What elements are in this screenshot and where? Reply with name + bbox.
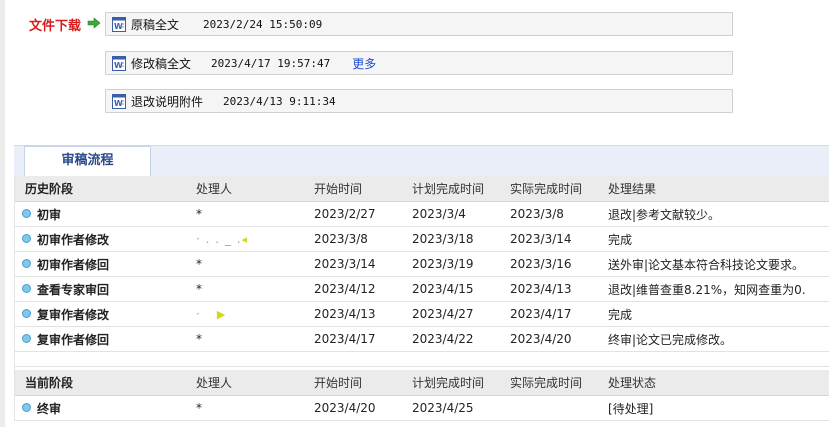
- stage-name: 复审作者修回: [37, 332, 110, 347]
- word-document-icon: W: [112, 16, 126, 32]
- actual-time: 2023/3/8: [510, 201, 608, 227]
- left-edge-bar: [0, 0, 5, 427]
- table-row: 复审作者修回 * 2023/4/17 2023/4/22 2023/4/20 终…: [15, 326, 829, 352]
- review-flow-body: 历史阶段 处理人 开始时间 计划完成时间 实际完成时间 处理结果 初审 * 20…: [14, 176, 829, 421]
- column-header: 处理人: [196, 370, 314, 396]
- table-row: 复审作者修改 · ▶ 2023/4/13 2023/4/27 2023/4/17 …: [15, 301, 829, 327]
- column-header: 开始时间: [314, 176, 412, 202]
- result: 退改|维普查重8.21%，知网查重为0.: [608, 276, 829, 302]
- actual-time: [510, 395, 608, 421]
- circle-bullet-icon: [22, 333, 31, 343]
- history-table: 历史阶段 处理人 开始时间 计划完成时间 实际完成时间 处理结果 初审 * 20…: [15, 176, 829, 352]
- tab-review-flow[interactable]: 审稿流程: [24, 146, 151, 176]
- pointer-icon: ◂: [241, 233, 248, 246]
- file-row-revision-note[interactable]: W 退改说明附件 2023/4/13 9:11:34: [105, 89, 733, 113]
- actual-time: 2023/4/13: [510, 276, 608, 302]
- circle-bullet-icon: [22, 208, 31, 218]
- table-row: 初审作者修回 * 2023/3/14 2023/3/19 2023/3/16 送…: [15, 251, 829, 277]
- column-header: 当前阶段: [15, 370, 196, 396]
- column-header: 实际完成时间: [510, 176, 608, 202]
- handler: *: [196, 251, 314, 277]
- planned-time: 2023/3/19: [412, 251, 510, 277]
- stage-name: 初审作者修回: [37, 257, 110, 272]
- actual-time: 2023/3/16: [510, 251, 608, 277]
- planned-time: 2023/4/27: [412, 301, 510, 327]
- history-header-row: 历史阶段 处理人 开始时间 计划完成时间 实际完成时间 处理结果: [15, 176, 829, 202]
- file-name[interactable]: 修改稿全文: [131, 55, 191, 72]
- result: 退改|参考文献较少。: [608, 201, 829, 227]
- start-time: 2023/4/20: [314, 395, 412, 421]
- handler: *: [196, 276, 314, 302]
- column-header: 开始时间: [314, 370, 412, 396]
- stage-name: 初审作者修改: [37, 232, 110, 247]
- status: [待处理]: [608, 395, 829, 421]
- column-header: 计划完成时间: [412, 370, 510, 396]
- file-date: 2023/4/13 9:11:34: [223, 94, 336, 108]
- arrow-right-icon: [87, 17, 101, 29]
- table-row: 查看专家审回 * 2023/4/12 2023/4/15 2023/4/13 退…: [15, 276, 829, 302]
- circle-bullet-icon: [22, 258, 31, 268]
- column-header: 实际完成时间: [510, 370, 608, 396]
- planned-time: 2023/4/15: [412, 276, 510, 302]
- handler: *: [196, 201, 314, 227]
- file-date: 2023/2/24 15:50:09: [203, 17, 323, 31]
- table-row: 初审 * 2023/2/27 2023/3/4 2023/3/8 退改|参考文献…: [15, 201, 829, 227]
- section-spacer: [15, 352, 829, 367]
- download-label: 文件下载: [29, 19, 82, 34]
- planned-time: 2023/3/18: [412, 226, 510, 252]
- result: 终审|论文已完成修改。: [608, 326, 829, 352]
- circle-bullet-icon: [22, 283, 31, 293]
- start-time: 2023/3/8: [314, 226, 412, 252]
- actual-time: 2023/4/20: [510, 326, 608, 352]
- result: 完成: [608, 301, 829, 327]
- stage-name: 初审: [37, 207, 62, 222]
- stage-name: 查看专家审回: [37, 282, 110, 297]
- file-date: 2023/4/17 19:57:47: [211, 56, 331, 70]
- current-header-row: 当前阶段 处理人 开始时间 计划完成时间 实际完成时间 处理状态: [15, 370, 829, 396]
- more-link[interactable]: 更多: [352, 55, 376, 72]
- handler: *: [196, 326, 314, 352]
- file-row-original[interactable]: W 原稿全文 2023/2/24 15:50:09: [105, 12, 733, 36]
- start-time: 2023/4/13: [314, 301, 412, 327]
- file-row-revised[interactable]: W 修改稿全文 2023/4/17 19:57:47 更多: [105, 51, 733, 75]
- handler: *: [196, 395, 314, 421]
- word-document-icon: W: [112, 55, 126, 71]
- handler: · . . _ .: [196, 232, 242, 246]
- handler: ·: [196, 307, 201, 321]
- result: 送外审|论文基本符合科技论文要求。: [608, 251, 829, 277]
- planned-time: 2023/4/25: [412, 395, 510, 421]
- column-header: 计划完成时间: [412, 176, 510, 202]
- file-name[interactable]: 退改说明附件: [131, 93, 203, 110]
- column-header: 处理人: [196, 176, 314, 202]
- circle-bullet-icon: [22, 402, 31, 412]
- circle-bullet-icon: [22, 233, 31, 243]
- result: 完成: [608, 226, 829, 252]
- column-header: 处理状态: [608, 370, 829, 396]
- actual-time: 2023/3/14: [510, 226, 608, 252]
- file-name[interactable]: 原稿全文: [131, 16, 179, 33]
- current-stage-table: 当前阶段 处理人 开始时间 计划完成时间 实际完成时间 处理状态 终审 * 20…: [15, 370, 829, 421]
- word-document-icon: W: [112, 93, 126, 109]
- circle-bullet-icon: [22, 308, 31, 318]
- pointer-icon: ▶: [216, 308, 226, 321]
- start-time: 2023/3/14: [314, 251, 412, 277]
- table-row: 终审 * 2023/4/20 2023/4/25 [待处理]: [15, 395, 829, 421]
- table-row: 初审作者修改 · . . _ .◂ 2023/3/8 2023/3/18 202…: [15, 226, 829, 252]
- planned-time: 2023/4/22: [412, 326, 510, 352]
- start-time: 2023/2/27: [314, 201, 412, 227]
- start-time: 2023/4/17: [314, 326, 412, 352]
- stage-name: 复审作者修改: [37, 307, 110, 322]
- planned-time: 2023/3/4: [412, 201, 510, 227]
- column-header: 处理结果: [608, 176, 829, 202]
- column-header: 历史阶段: [15, 176, 196, 202]
- stage-name: 终审: [37, 401, 62, 416]
- actual-time: 2023/4/17: [510, 301, 608, 327]
- start-time: 2023/4/12: [314, 276, 412, 302]
